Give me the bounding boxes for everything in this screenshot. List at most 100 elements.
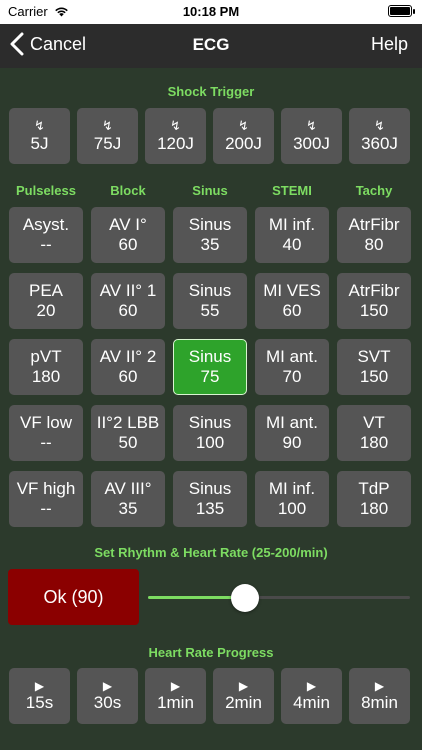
column-header-block: Block bbox=[110, 183, 146, 198]
rhythm-name: VT bbox=[363, 413, 385, 432]
shock-button-5j[interactable]: ↯ 5J bbox=[9, 108, 70, 164]
rhythm-button[interactable]: Sinus 75 bbox=[173, 339, 247, 395]
progress-button-label: 1min bbox=[157, 693, 194, 712]
play-icon: ▶ bbox=[34, 679, 45, 693]
lightning-icon: ↯ bbox=[238, 118, 249, 133]
rhythm-name: AV I° bbox=[109, 215, 147, 234]
navigation-bar: Cancel ECG Help bbox=[0, 24, 422, 68]
lightning-icon: ↯ bbox=[374, 118, 385, 133]
rhythm-button[interactable]: AV I° 60 bbox=[91, 207, 165, 263]
progress-button-label: 30s bbox=[93, 693, 122, 712]
rhythm-name: MI VES bbox=[263, 281, 321, 300]
rhythm-rate: -- bbox=[40, 235, 52, 254]
rhythm-button[interactable]: SVT 150 bbox=[337, 339, 411, 395]
rhythm-name: Sinus bbox=[188, 413, 232, 432]
rhythm-name: MI ant. bbox=[266, 413, 318, 432]
rhythm-rate: 100 bbox=[277, 499, 307, 518]
rhythm-button[interactable]: II°2 LBB 50 bbox=[91, 405, 165, 461]
heart-rate-progress-title: Heart Rate Progress bbox=[148, 645, 274, 660]
rhythm-rate: 60 bbox=[118, 367, 138, 386]
rhythm-name: II°2 LBB bbox=[96, 413, 160, 432]
shock-button-200j[interactable]: ↯ 200J bbox=[213, 108, 274, 164]
cancel-button[interactable]: Cancel bbox=[10, 32, 86, 56]
shock-button-label: 5J bbox=[30, 134, 49, 153]
rhythm-button[interactable]: AtrFibr 150 bbox=[337, 273, 411, 329]
rate-title: Set Rhythm & Heart Rate (25-200/min) bbox=[94, 545, 328, 560]
column-header-tachy: Tachy bbox=[355, 183, 393, 198]
rhythm-button[interactable]: AV II° 1 60 bbox=[91, 273, 165, 329]
rhythm-button[interactable]: AtrFibr 80 bbox=[337, 207, 411, 263]
rhythm-rate: 75 bbox=[200, 367, 220, 386]
rhythm-rate: 35 bbox=[200, 235, 220, 254]
rhythm-name: MI inf. bbox=[268, 215, 316, 234]
rhythm-name: Asyst. bbox=[22, 215, 70, 234]
shock-button-120j[interactable]: ↯ 120J bbox=[145, 108, 206, 164]
play-icon: ▶ bbox=[374, 679, 385, 693]
column-header-sinus: Sinus bbox=[192, 183, 228, 198]
rhythm-rate: 150 bbox=[359, 367, 389, 386]
ok-button[interactable]: Ok (90) bbox=[8, 569, 139, 625]
rhythm-button[interactable]: Asyst. -- bbox=[9, 207, 83, 263]
progress-button-label: 4min bbox=[293, 693, 330, 712]
progress-button-2min[interactable]: ▶ 2min bbox=[213, 668, 274, 724]
rhythm-name: Sinus bbox=[188, 281, 232, 300]
rhythm-button[interactable]: MI inf. 40 bbox=[255, 207, 329, 263]
lightning-icon: ↯ bbox=[102, 118, 113, 133]
rhythm-button[interactable]: TdP 180 bbox=[337, 471, 411, 527]
rhythm-button[interactable]: Sinus 135 bbox=[173, 471, 247, 527]
shock-button-label: 75J bbox=[93, 134, 122, 153]
rhythm-button[interactable]: VF high -- bbox=[9, 471, 83, 527]
rhythm-button[interactable]: VT 180 bbox=[337, 405, 411, 461]
rhythm-button[interactable]: AV III° 35 bbox=[91, 471, 165, 527]
rhythm-rate: 40 bbox=[282, 235, 302, 254]
rhythm-button[interactable]: pVT 180 bbox=[9, 339, 83, 395]
rhythm-name: MI inf. bbox=[268, 479, 316, 498]
lightning-icon: ↯ bbox=[34, 118, 45, 133]
slider-thumb[interactable] bbox=[231, 584, 259, 612]
rhythm-button[interactable]: Sinus 100 bbox=[173, 405, 247, 461]
rhythm-name: Sinus bbox=[188, 215, 232, 234]
heart-rate-slider[interactable] bbox=[148, 582, 410, 612]
rhythm-name: Sinus bbox=[188, 347, 232, 366]
rhythm-button[interactable]: MI inf. 100 bbox=[255, 471, 329, 527]
rhythm-rate: 60 bbox=[282, 301, 302, 320]
progress-button-8min[interactable]: ▶ 8min bbox=[349, 668, 410, 724]
progress-button-30s[interactable]: ▶ 30s bbox=[77, 668, 138, 724]
shock-button-label: 360J bbox=[361, 134, 398, 153]
rhythm-rate: 180 bbox=[31, 367, 61, 386]
shock-button-360j[interactable]: ↯ 360J bbox=[349, 108, 410, 164]
play-icon: ▶ bbox=[306, 679, 317, 693]
rhythm-button[interactable]: Sinus 35 bbox=[173, 207, 247, 263]
shock-button-label: 300J bbox=[293, 134, 330, 153]
rhythm-rate: 20 bbox=[36, 301, 56, 320]
rhythm-button[interactable]: Sinus 55 bbox=[173, 273, 247, 329]
battery-icon bbox=[388, 5, 415, 17]
rhythm-name: Sinus bbox=[188, 479, 232, 498]
rhythm-button[interactable]: VF low -- bbox=[9, 405, 83, 461]
rhythm-name: AV II° 2 bbox=[99, 347, 157, 366]
help-button[interactable]: Help bbox=[371, 34, 408, 55]
column-header-pulseless: Pulseless bbox=[16, 183, 76, 198]
progress-button-15s[interactable]: ▶ 15s bbox=[9, 668, 70, 724]
lightning-icon: ↯ bbox=[306, 118, 317, 133]
shock-button-label: 120J bbox=[157, 134, 194, 153]
rhythm-rate: 60 bbox=[118, 301, 138, 320]
rhythm-name: AtrFibr bbox=[348, 215, 400, 234]
rhythm-button[interactable]: MI ant. 70 bbox=[255, 339, 329, 395]
rhythm-button[interactable]: MI ant. 90 bbox=[255, 405, 329, 461]
cancel-label: Cancel bbox=[30, 33, 87, 54]
rhythm-name: AtrFibr bbox=[348, 281, 400, 300]
shock-button-300j[interactable]: ↯ 300J bbox=[281, 108, 342, 164]
rhythm-rate: 100 bbox=[195, 433, 225, 452]
rhythm-button[interactable]: PEA 20 bbox=[9, 273, 83, 329]
rhythm-button[interactable]: MI VES 60 bbox=[255, 273, 329, 329]
progress-button-4min[interactable]: ▶ 4min bbox=[281, 668, 342, 724]
shock-button-75j[interactable]: ↯ 75J bbox=[77, 108, 138, 164]
rhythm-button[interactable]: AV II° 2 60 bbox=[91, 339, 165, 395]
rhythm-rate: 50 bbox=[118, 433, 138, 452]
column-header-stemi: STEMI bbox=[272, 183, 312, 198]
play-icon: ▶ bbox=[170, 679, 181, 693]
progress-button-1min[interactable]: ▶ 1min bbox=[145, 668, 206, 724]
status-bar: Carrier 10:18 PM bbox=[0, 0, 422, 24]
rhythm-rate: 35 bbox=[118, 499, 138, 518]
